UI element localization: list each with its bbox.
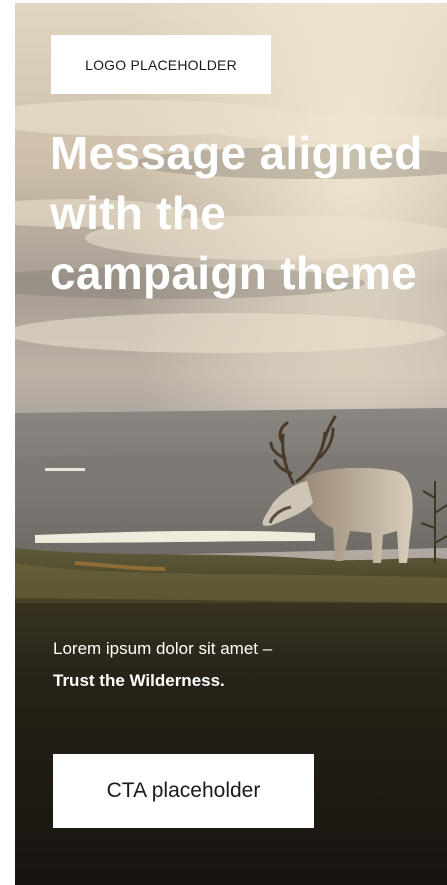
tagline: Trust the Wilderness. [53, 671, 225, 690]
campaign-banner: LOGO PLACEHOLDER Message aligned with th… [15, 3, 447, 885]
logo-placeholder: LOGO PLACEHOLDER [51, 35, 271, 94]
cta-button[interactable]: CTA placeholder [53, 754, 314, 828]
body-text-line: Lorem ipsum dolor sit amet – [53, 639, 273, 658]
headline: Message aligned with the campaign theme [50, 127, 423, 299]
body-copy: Lorem ipsum dolor sit amet – Trust the W… [53, 633, 413, 697]
